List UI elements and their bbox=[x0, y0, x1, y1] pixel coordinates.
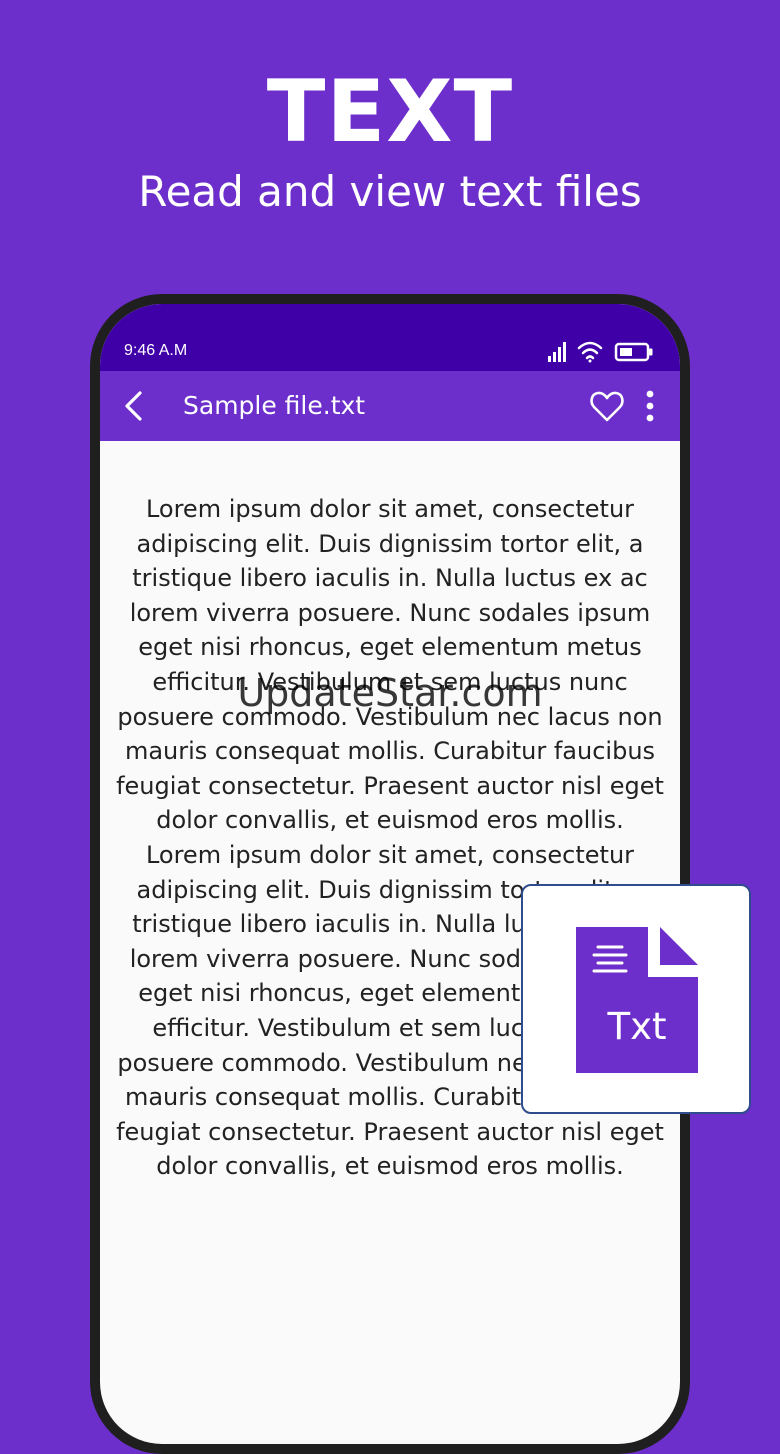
txt-label: Txt bbox=[607, 1005, 667, 1048]
txt-file-icon bbox=[576, 927, 698, 1073]
status-time: 9:46 A.M bbox=[124, 342, 188, 359]
hero-title: TEXT bbox=[266, 62, 514, 162]
back-icon[interactable] bbox=[114, 386, 154, 426]
hero-subtitle: Read and view text files bbox=[138, 167, 642, 216]
app-bar: Sample file.txt bbox=[100, 371, 680, 441]
txt-file-badge: Txt bbox=[521, 884, 751, 1114]
status-icons bbox=[548, 341, 653, 363]
signal-icon bbox=[548, 342, 566, 362]
status-bar: 9:46 A.M bbox=[100, 304, 680, 371]
heart-icon[interactable] bbox=[588, 387, 626, 425]
text-paragraph: Lorem ipsum dolor sit amet, consectetur … bbox=[116, 495, 664, 835]
more-icon[interactable] bbox=[638, 387, 662, 425]
battery-icon bbox=[614, 342, 653, 362]
phone-screen: 9:46 A.M Sample file.txt Lorem ipsum dol… bbox=[100, 304, 680, 1444]
phone-frame: 9:46 A.M Sample file.txt Lorem ipsum dol… bbox=[90, 294, 690, 1454]
file-title: Sample file.txt bbox=[183, 391, 366, 420]
wifi-icon bbox=[577, 341, 603, 363]
